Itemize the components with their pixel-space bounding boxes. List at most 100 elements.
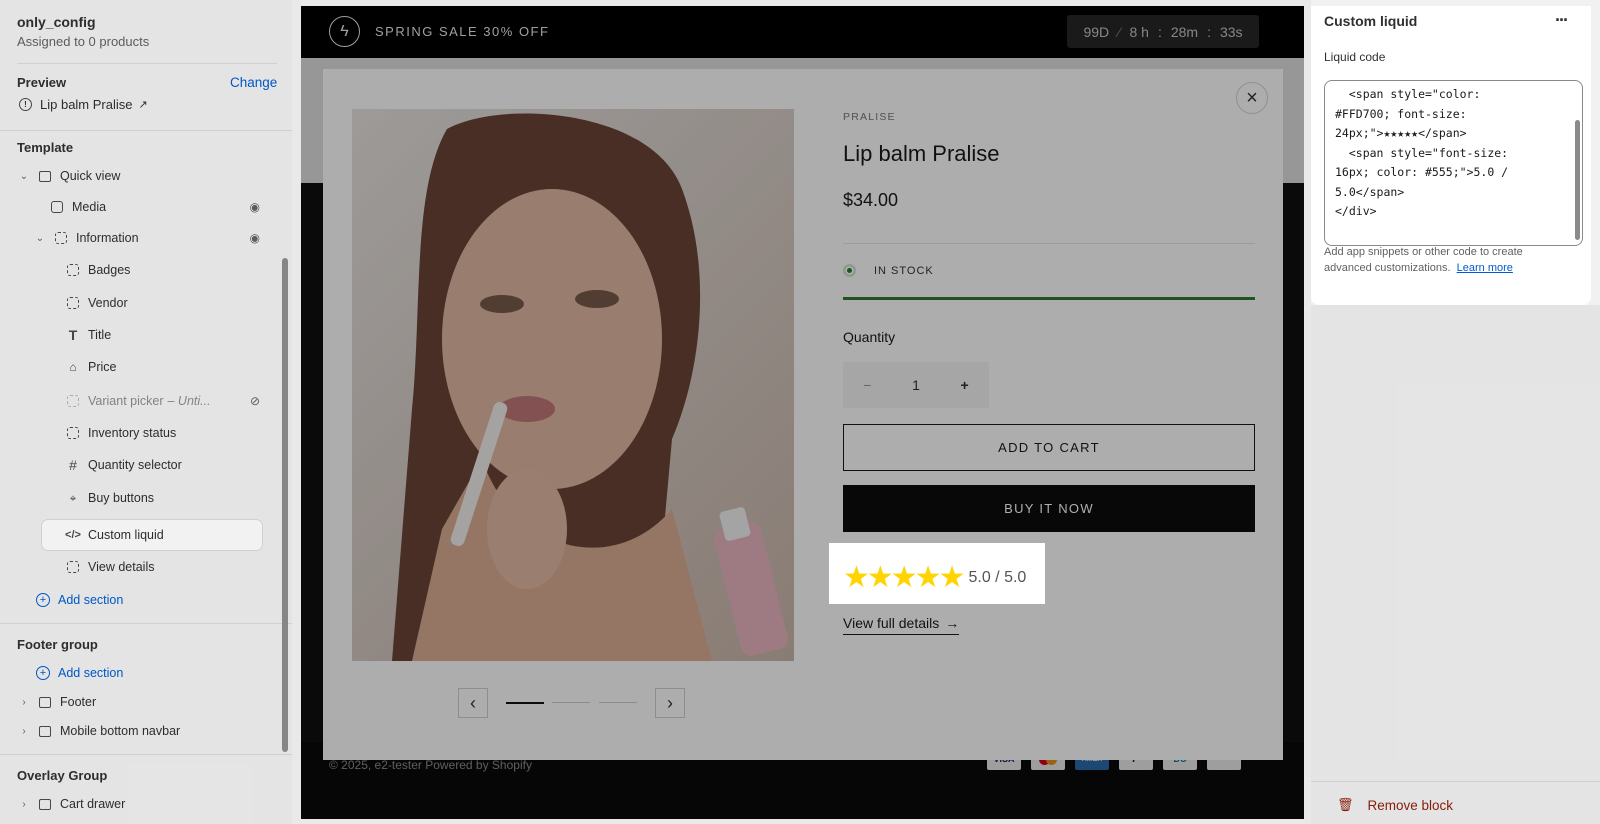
view-full-details-link[interactable]: View full details →: [843, 615, 960, 635]
view-details-label: View details: [88, 560, 155, 574]
media-label: Media: [72, 200, 107, 214]
section-quick-view[interactable]: ⌄ Quick view: [18, 162, 268, 190]
section-cart-drawer[interactable]: › Cart drawer: [18, 790, 248, 818]
chevron-right-icon: ›: [22, 798, 26, 810]
block-icon: [66, 263, 80, 277]
product-photo: [392, 113, 788, 661]
slider-dot[interactable]: [552, 702, 590, 703]
preview-product-name: Lip balm Pralise: [40, 97, 133, 112]
learn-more-link[interactable]: Learn more: [1457, 262, 1513, 274]
announcement-text: SPRING SALE 30% OFF: [375, 24, 550, 39]
quantity-plus-button[interactable]: +: [961, 377, 969, 393]
block-variant-picker[interactable]: Variant picker – Unti... ⊘: [66, 387, 260, 415]
block-view-details[interactable]: View details: [66, 553, 256, 581]
trash-icon: 🗑: [1337, 797, 1354, 812]
chevron-down-icon: ⌄: [35, 232, 45, 244]
announcement-bar: ϟ SPRING SALE 30% OFF 99D ⁄ 8 h : 28m : …: [301, 6, 1304, 58]
cursor-icon: ⌖: [69, 490, 77, 505]
rating-value: 5.0 / 5.0: [968, 569, 1027, 586]
block-vendor[interactable]: Vendor: [66, 289, 256, 317]
slider-next-button[interactable]: ›: [655, 688, 685, 718]
preview-product[interactable]: ! Lip balm Pralise ↗: [19, 97, 148, 112]
text-icon: T: [68, 327, 78, 343]
price-tag-icon: ⌂: [69, 360, 77, 374]
code-scrollbar[interactable]: [1575, 120, 1580, 240]
quick-view-modal: ‹ › × PRALISE Lip balm Pralise $34.00 IN…: [323, 69, 1283, 760]
block-badges[interactable]: Badges: [66, 256, 256, 284]
section-icon: [38, 724, 52, 738]
product-image[interactable]: [352, 109, 794, 661]
chevron-right-icon: ›: [22, 696, 26, 708]
countdown-seconds: 33s: [1219, 23, 1243, 40]
divider: [1311, 781, 1600, 782]
block-quantity-selector[interactable]: # Quantity selector: [66, 451, 256, 479]
information-label: Information: [76, 231, 139, 245]
section-footer[interactable]: › Footer: [18, 688, 248, 716]
remove-block-label: Remove block: [1367, 797, 1454, 813]
block-settings-panel: Custom liquid ··· Liquid code <span styl…: [1311, 0, 1600, 824]
slider-prev-button[interactable]: ‹: [458, 688, 488, 718]
close-modal-button[interactable]: ×: [1236, 82, 1268, 114]
stock-dot-icon: [843, 264, 856, 277]
mobile-navbar-label: Mobile bottom navbar: [60, 724, 181, 738]
add-section-label: Add section: [58, 666, 124, 680]
add-section-label: Add section: [58, 593, 124, 607]
theme-editor: only_config Assigned to 0 products Previ…: [0, 0, 1600, 824]
chevron-right-icon: ›: [22, 725, 26, 737]
cart-drawer-label: Cart drawer: [60, 797, 126, 811]
countdown-days: 99D: [1083, 23, 1110, 40]
countdown-colon: :: [1207, 23, 1211, 40]
block-media[interactable]: Media ◉: [50, 193, 260, 221]
footer-copyright: © 2025, e2-tester Powered by Shopify: [329, 758, 532, 772]
liquid-code-editor[interactable]: <span style="color: #FFD700; font-size: …: [1324, 80, 1583, 246]
inventory-label: Inventory status: [88, 426, 177, 440]
section-icon: [38, 169, 52, 183]
footer-label: Footer: [60, 695, 97, 709]
block-buy-buttons[interactable]: ⌖ Buy buttons: [66, 484, 256, 512]
quantity-minus-button[interactable]: −: [863, 377, 871, 393]
quantity-value[interactable]: 1: [912, 377, 920, 393]
divider: [843, 243, 1255, 244]
template-heading: Template: [17, 140, 74, 155]
code-label: Liquid code: [1324, 50, 1386, 64]
remove-block-button[interactable]: 🗑 Remove block: [1337, 797, 1453, 813]
buy-buttons-label: Buy buttons: [88, 491, 155, 505]
slider-dot-active[interactable]: [506, 702, 544, 704]
more-options-icon[interactable]: ···: [1555, 10, 1569, 31]
block-inventory-status[interactable]: Inventory status: [66, 419, 256, 447]
variant-picker-suffix: – Unti...: [167, 394, 211, 408]
variant-picker-label: Variant picker: [88, 394, 164, 408]
rating-block: ★★★★★ 5.0 / 5.0: [843, 563, 1026, 593]
rating-stars: ★★★★★: [843, 561, 965, 594]
vendor-label: Vendor: [88, 296, 128, 310]
block-title[interactable]: T Title: [66, 321, 256, 349]
assigned-count: Assigned to 0 products: [17, 34, 150, 49]
block-information[interactable]: ⌄ Information ◉: [34, 224, 260, 252]
close-icon: ×: [1246, 86, 1258, 109]
view-full-label: View full details: [843, 615, 940, 631]
lightning-icon: ϟ: [329, 16, 360, 47]
buy-now-button[interactable]: BUY IT NOW: [843, 485, 1255, 532]
section-mobile-navbar[interactable]: › Mobile bottom navbar: [18, 717, 248, 745]
sidebar-scrollbar[interactable]: [282, 258, 288, 752]
block-custom-liquid[interactable]: </> Custom liquid: [65, 521, 256, 549]
section-icon: [38, 695, 52, 709]
help-text: Add app snippets or other code to create…: [1324, 244, 1564, 276]
product-price: $34.00: [843, 190, 899, 210]
eye-icon[interactable]: ◉: [250, 200, 260, 214]
eye-icon[interactable]: ◉: [250, 231, 260, 245]
footer-group-heading: Footer group: [17, 637, 98, 652]
quantity-label: Quantity: [843, 329, 896, 345]
badges-label: Badges: [88, 263, 131, 277]
change-link[interactable]: Change: [230, 75, 277, 90]
stock-status: IN STOCK: [843, 264, 934, 277]
eye-hidden-icon[interactable]: ⊘: [250, 394, 260, 408]
stock-label: IN STOCK: [874, 264, 934, 277]
add-to-cart-button[interactable]: ADD TO CART: [843, 424, 1255, 471]
slider-dot[interactable]: [599, 702, 637, 703]
add-section-button[interactable]: + Add section: [36, 586, 236, 614]
section-icon: [38, 797, 52, 811]
custom-liquid-label: Custom liquid: [88, 528, 164, 542]
block-price[interactable]: ⌂ Price: [66, 353, 256, 381]
add-footer-section-button[interactable]: + Add section: [36, 659, 236, 687]
